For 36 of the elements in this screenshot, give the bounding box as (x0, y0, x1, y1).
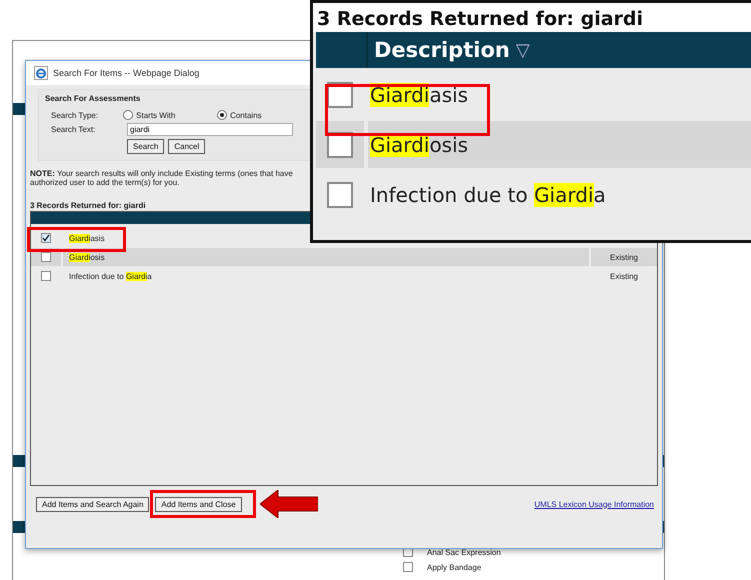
dialog-title: Search For Items -- Webpage Dialog (53, 68, 200, 78)
description-text: Giardiosis (69, 252, 105, 262)
radio-button[interactable] (217, 110, 228, 120)
description-text: Giardiasis (370, 82, 468, 106)
field-label: Search Text: (51, 125, 96, 134)
checkbox[interactable] (403, 562, 413, 572)
dialog-button[interactable]: Cancel (168, 139, 206, 154)
list-item-label: Anal Sac Expression (427, 548, 501, 556)
list-item-label: Apply Bandage (427, 562, 482, 572)
note-text: authorized user to add the term(s) for you. (30, 178, 180, 187)
arrow-icon (260, 490, 318, 518)
description-text: Giardiasis (69, 234, 105, 242)
search-field[interactable]: giardi (127, 123, 293, 136)
status-text: Existing (610, 272, 638, 280)
checkbox[interactable] (41, 233, 51, 243)
checkbox[interactable] (41, 271, 51, 281)
radio-button[interactable] (123, 110, 134, 120)
checkbox[interactable] (327, 182, 353, 208)
description-text: Infection due to Giardia (69, 272, 152, 280)
footer-button[interactable]: Add Items and Close (155, 496, 242, 512)
status-text: Existing (610, 252, 638, 262)
info-link[interactable]: UMLS Lexicon Usage Information (534, 500, 654, 508)
field-label: Search Type: (51, 110, 99, 120)
panel-title: Search For Assessments (45, 94, 142, 103)
column-header[interactable]: Description (374, 38, 510, 62)
dialog-button[interactable]: Search (127, 139, 164, 154)
sort-icon[interactable]: ▽ (516, 40, 530, 60)
radio-label: Starts With (136, 110, 176, 120)
browser-icon (34, 66, 48, 80)
description-text: Infection due to Giardia (370, 182, 606, 206)
results-title: 3 Records Returned for: giardi (30, 201, 146, 210)
checkbox[interactable] (41, 252, 51, 262)
radio-label: Contains (230, 110, 262, 120)
note-text: NOTE: Your search results will only include Existing terms (ones that have (30, 169, 294, 178)
footer-button[interactable]: Add Items and Search Again (36, 496, 150, 512)
inset-title: 3 Records Returned for: giardi (313, 3, 751, 32)
